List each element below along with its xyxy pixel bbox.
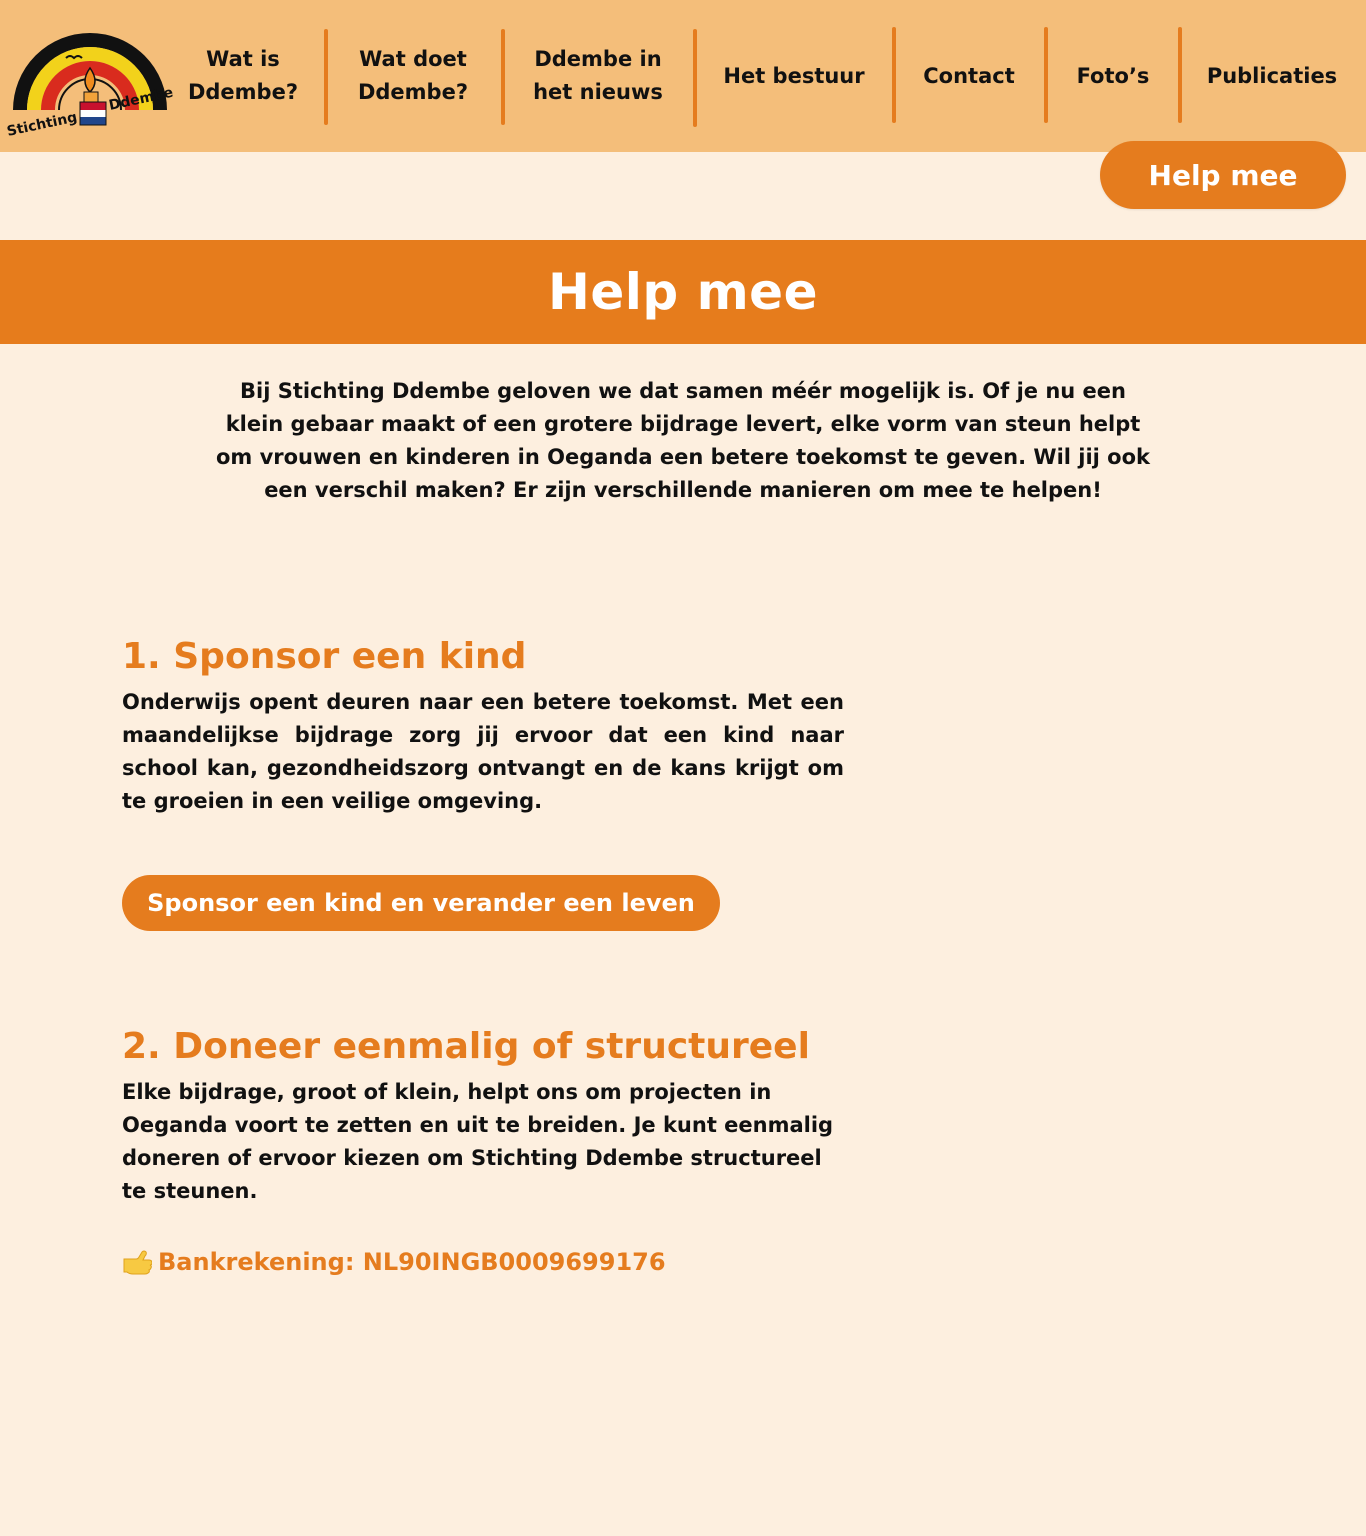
help-mee-button[interactable]: Help mee xyxy=(1100,141,1346,209)
site-header: Stichting Ddembe Wat is Ddembe? Wat doet… xyxy=(0,0,1366,152)
nav-item-wat-doet-ddembe[interactable]: Wat doet Ddembe? xyxy=(340,28,486,124)
section-text-sponsor: Onderwijs opent deuren naar een betere t… xyxy=(122,690,844,813)
nav-item-publicaties[interactable]: Publicaties xyxy=(1196,28,1348,124)
section-title-sponsor: 1. Sponsor een kind xyxy=(122,636,527,677)
page-banner: Help mee xyxy=(0,240,1366,344)
page-title: Help mee xyxy=(547,263,818,321)
section-title-doneer: 2. Doneer eenmalig of structureel xyxy=(122,1026,810,1067)
nav-separator xyxy=(693,29,697,127)
nav-separator xyxy=(1178,27,1182,123)
sponsor-child-button[interactable]: Sponsor een kind en verander een leven xyxy=(122,875,720,931)
bank-account-line: Bankrekening: NL90INGB0009699176 xyxy=(122,1248,666,1276)
logo-text-bottom: Stichting xyxy=(6,109,79,139)
pointing-hand-icon xyxy=(122,1249,152,1275)
nav-item-het-bestuur[interactable]: Het bestuur xyxy=(708,28,880,124)
nav-separator xyxy=(501,29,505,125)
nav-separator xyxy=(324,29,328,125)
nav-item-fotos[interactable]: Foto’s xyxy=(1060,28,1166,124)
bank-account-text: Bankrekening: NL90INGB0009699176 xyxy=(158,1248,666,1276)
nav-item-wat-is-ddembe[interactable]: Wat is Ddembe? xyxy=(178,28,308,124)
nav-item-ddembe-in-het-nieuws[interactable]: Ddembe in het nieuws xyxy=(516,28,680,124)
nav-separator xyxy=(1044,27,1048,123)
nav-item-contact[interactable]: Contact xyxy=(908,28,1030,124)
intro-text: Bij Stichting Ddembe geloven we dat same… xyxy=(215,379,1151,502)
section-text-doneer: Elke bijdrage, groot of klein, helpt ons… xyxy=(122,1080,834,1203)
nav-separator xyxy=(892,27,896,123)
rainbow-candle-logo-icon: Stichting Ddembe xyxy=(6,33,175,140)
ddembe-logo[interactable]: Stichting Ddembe xyxy=(4,6,176,142)
